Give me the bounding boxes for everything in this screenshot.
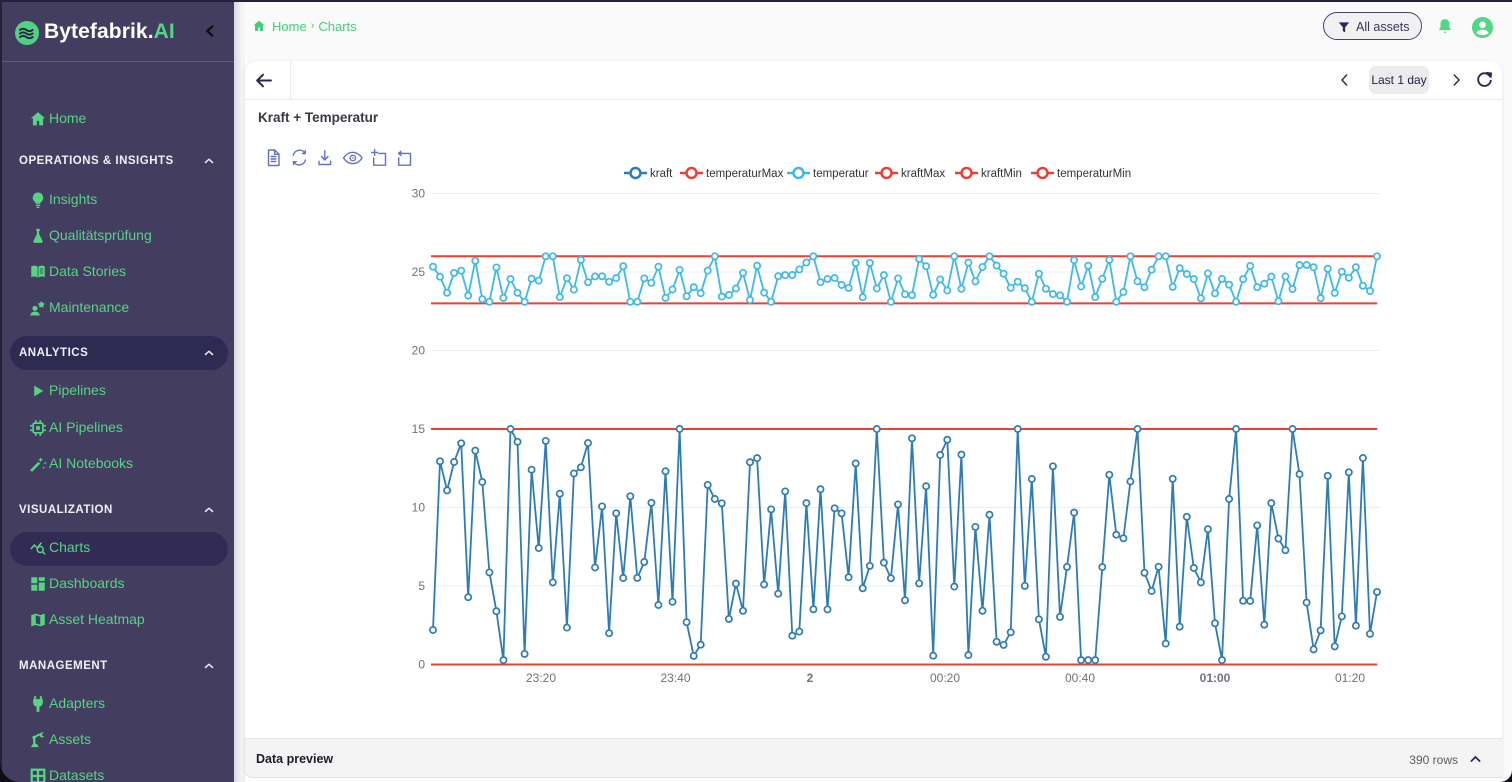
svg-text:5: 5 bbox=[418, 579, 425, 593]
svg-text:00:40: 00:40 bbox=[1065, 671, 1095, 685]
svg-text:2: 2 bbox=[807, 671, 814, 685]
svg-text:temperaturMin: temperaturMin bbox=[1057, 168, 1131, 180]
svg-text:23:20: 23:20 bbox=[526, 671, 556, 685]
svg-text:01:00: 01:00 bbox=[1200, 671, 1231, 685]
svg-text:15: 15 bbox=[412, 422, 426, 436]
svg-text:10: 10 bbox=[412, 501, 426, 515]
svg-text:kraftMin: kraftMin bbox=[981, 168, 1022, 180]
svg-text:kraftMax: kraftMax bbox=[901, 168, 945, 180]
svg-text:25: 25 bbox=[412, 265, 426, 279]
svg-text:temperaturMax: temperaturMax bbox=[706, 168, 784, 180]
svg-text:20: 20 bbox=[412, 344, 426, 358]
svg-text:temperatur: temperatur bbox=[813, 168, 869, 180]
svg-text:kraft: kraft bbox=[650, 168, 673, 180]
svg-text:0: 0 bbox=[418, 658, 425, 672]
svg-text:00:20: 00:20 bbox=[930, 671, 960, 685]
svg-text:01:20: 01:20 bbox=[1335, 671, 1365, 685]
svg-text:30: 30 bbox=[412, 187, 426, 201]
svg-text:23:40: 23:40 bbox=[660, 671, 690, 685]
